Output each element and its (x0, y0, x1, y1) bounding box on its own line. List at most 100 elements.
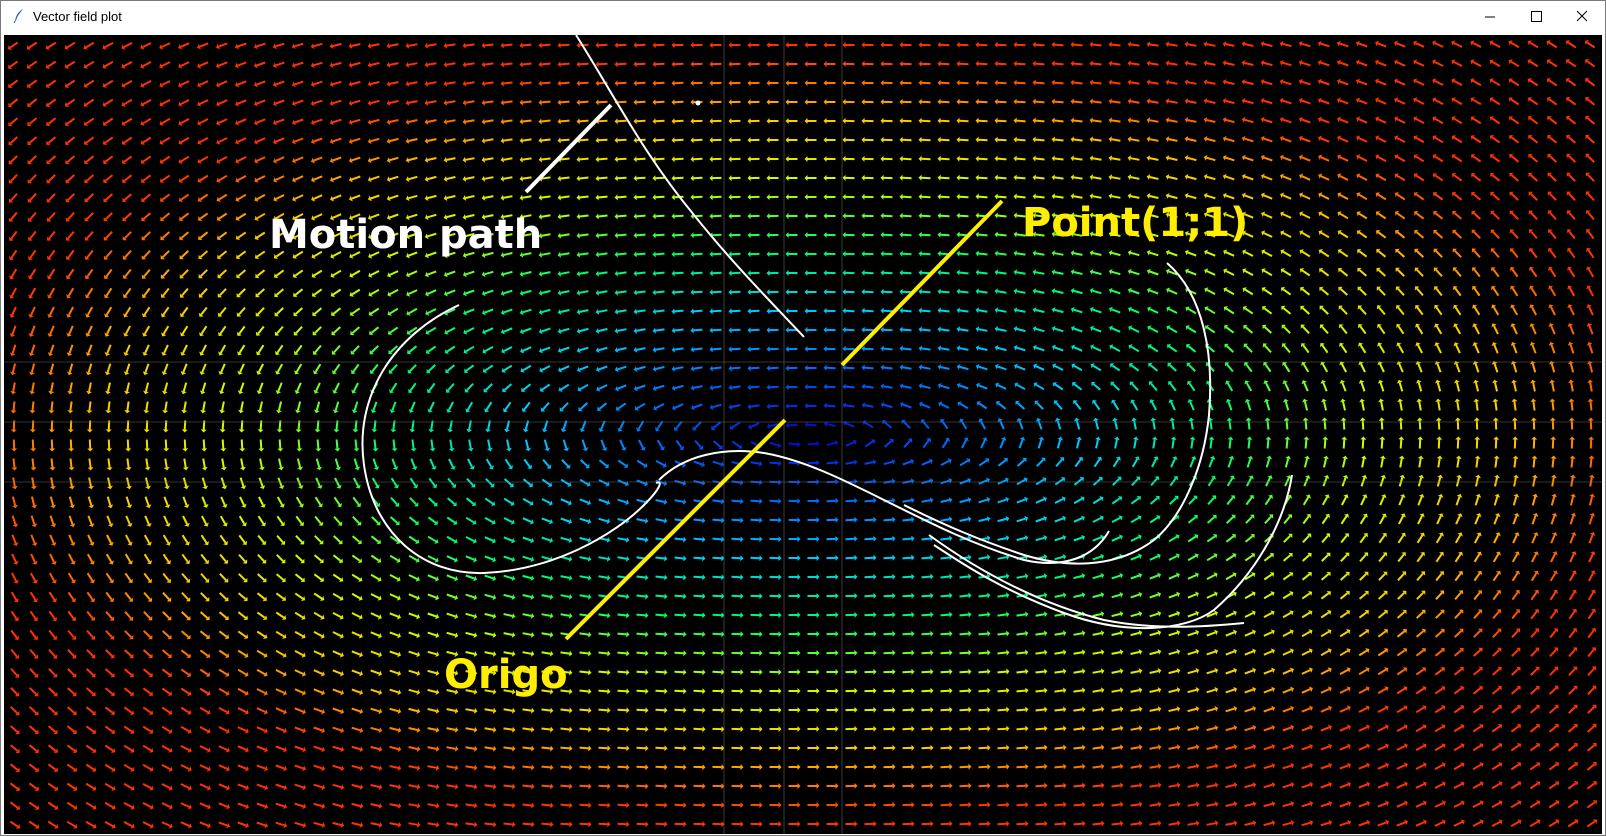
vector-arrow (1244, 288, 1254, 296)
vector-arrow (1339, 99, 1349, 105)
vector-arrow (598, 100, 608, 104)
vector-arrow (978, 195, 988, 199)
vector-arrow (1454, 534, 1462, 544)
vector-arrowhead (11, 485, 18, 490)
vector-arrow (334, 458, 340, 468)
vector-arrowhead (816, 517, 820, 523)
vector-arrow (1151, 401, 1157, 411)
vector-arrow (1454, 572, 1462, 582)
vector-arrow (1073, 138, 1083, 142)
maximize-button[interactable] (1513, 1, 1559, 33)
vector-arrowhead (892, 554, 896, 561)
vector-arrow (1531, 306, 1537, 316)
close-button[interactable] (1559, 1, 1605, 33)
vector-arrowhead (968, 592, 972, 599)
vector-arrow (1493, 363, 1499, 373)
vector-arrowhead (614, 251, 618, 258)
vector-arrowhead (899, 212, 903, 219)
vector-arrowhead (702, 574, 706, 581)
vector-arrow (332, 99, 342, 105)
vector-arrowhead (1089, 136, 1093, 143)
vector-arrow (29, 249, 37, 259)
vector-arrowhead (918, 345, 922, 352)
vector-arrow (85, 136, 95, 144)
vector-arrow (1151, 458, 1157, 468)
title-bar[interactable]: Vector field plot (1, 1, 1605, 33)
vector-arrow (333, 363, 341, 373)
vector-arrowhead (538, 194, 542, 201)
vector-arrow (313, 137, 323, 143)
vector-arrow (1453, 80, 1463, 86)
vector-arrowhead (557, 137, 561, 144)
vector-arrowhead (1013, 117, 1017, 124)
vector-arrowhead (143, 429, 150, 433)
vector-arrow (1149, 81, 1159, 85)
vector-arrow (389, 43, 399, 47)
vector-arrow (1035, 100, 1045, 104)
vector-arrow (162, 534, 170, 544)
vector-arrow (47, 98, 57, 106)
vector-arrowhead (1340, 417, 1347, 421)
vector-arrow (598, 290, 608, 294)
vector-arrow (655, 214, 665, 218)
vector-arrowhead (1530, 398, 1537, 402)
vector-arrow (145, 401, 149, 411)
vector-arrow (1512, 325, 1518, 335)
vector-arrowhead (994, 117, 998, 124)
vector-arrow (883, 328, 893, 332)
vector-arrowhead (1454, 398, 1461, 402)
vector-arrow (446, 555, 456, 561)
vector-arrow (731, 537, 741, 541)
vector-arrowhead (956, 231, 960, 238)
vector-arrow (921, 594, 931, 598)
vector-arrow (580, 402, 588, 410)
vector-arrow (389, 137, 399, 143)
minimize-button[interactable] (1467, 1, 1513, 33)
vector-arrow (1531, 363, 1537, 373)
vector-arrow (370, 554, 380, 562)
vector-arrow (30, 344, 36, 354)
vector-arrow (220, 496, 226, 506)
vector-arrow (294, 99, 304, 105)
vector-arrowhead (1322, 436, 1329, 440)
vector-arrow (1358, 175, 1368, 181)
vector-arrowhead (861, 364, 865, 371)
vector-arrowhead (804, 213, 808, 219)
vector-arrow (124, 231, 132, 239)
vector-arrowhead (785, 232, 789, 238)
vector-arrow (1301, 175, 1311, 181)
vector-arrowhead (842, 42, 846, 48)
vector-arrow (598, 384, 608, 390)
vector-arrow (126, 458, 130, 468)
vector-arrowhead (690, 99, 694, 106)
vector-arrow (1149, 176, 1159, 180)
vector-arrow (541, 157, 551, 161)
vector-arrow (275, 99, 285, 105)
vector-arrow (1473, 250, 1481, 258)
vector-arrow (1396, 231, 1406, 239)
vector-arrow (1588, 515, 1594, 525)
vector-arrow (1187, 345, 1197, 353)
vector-arrow (655, 384, 665, 390)
vector-arrow (370, 326, 380, 334)
vector-arrow (1568, 572, 1576, 582)
vector-arrow (1073, 364, 1083, 372)
vector-arrow (427, 100, 437, 104)
vector-arrow (237, 231, 247, 239)
vector-arrowhead (1051, 174, 1055, 181)
vector-arrowhead (994, 269, 998, 276)
vector-arrow (864, 421, 874, 429)
vector-arrow (1092, 81, 1102, 85)
vector-arrow (1529, 98, 1539, 106)
vector-arrow (655, 290, 665, 294)
vector-arrow (1301, 42, 1311, 48)
vector-arrowhead (125, 467, 132, 471)
vector-field-canvas[interactable]: Motion path Point(1;1) Origo (4, 35, 1602, 834)
vector-arrow (409, 382, 417, 392)
vector-arrowhead (1013, 174, 1017, 181)
vector-arrow (541, 327, 551, 333)
vector-arrow (1379, 382, 1385, 392)
vector-arrow (1302, 535, 1310, 543)
vector-arrow (503, 62, 513, 66)
vector-arrow (1245, 496, 1253, 506)
